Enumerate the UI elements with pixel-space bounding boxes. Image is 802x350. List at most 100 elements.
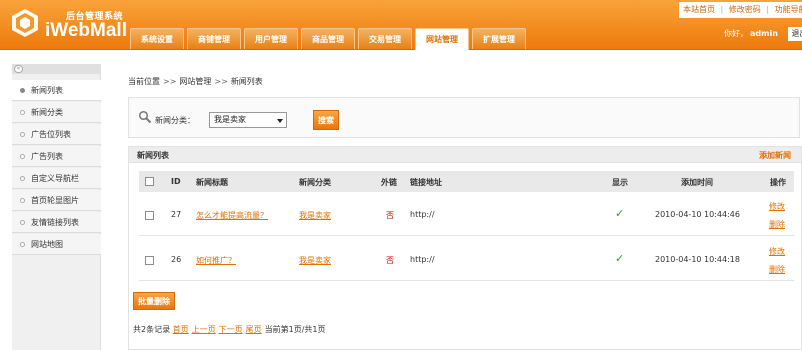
change-password-link[interactable]: 修改密码 bbox=[729, 5, 761, 14]
sidebar-item-home-carousel[interactable]: 首页轮显图片 bbox=[12, 190, 101, 211]
separator: | bbox=[720, 5, 724, 14]
total-records: 共2条记录 bbox=[133, 325, 171, 334]
column-header: 外链 bbox=[381, 178, 397, 187]
greeting: 你好， bbox=[724, 29, 748, 38]
display-check-icon: ✓ bbox=[615, 252, 625, 265]
page-status: 当前第1页/共1页 bbox=[264, 325, 326, 334]
batch-delete-button[interactable]: 批量删除 bbox=[133, 292, 175, 310]
tab-product-management[interactable]: 商品管理 bbox=[301, 28, 355, 49]
table-row: 26 如何推广？ 我是卖家 否 http:// ✓ 2010-04-10 10:… bbox=[139, 237, 794, 281]
edit-link[interactable]: 修改 bbox=[769, 201, 785, 212]
breadcrumb-item: 新闻列表 bbox=[230, 77, 263, 86]
breadcrumb-separator: >> bbox=[163, 77, 177, 86]
added-time: 2010-04-10 10:44:46 bbox=[655, 210, 740, 219]
news-list-panel: 新闻列表 添加新闻 ID 新闻标题 新闻分类 外链 链接地址 显示 添加时间 操… bbox=[128, 146, 802, 350]
top-links: 本站首页 | 修改密码 | 功能导航 bbox=[679, 2, 802, 18]
edit-link[interactable]: 修改 bbox=[769, 246, 785, 257]
bullet-icon bbox=[20, 220, 25, 225]
user-area: 你好，admin 退出 bbox=[724, 27, 802, 41]
category-select[interactable]: 我是卖家 bbox=[209, 112, 287, 128]
delete-link[interactable]: 删除 bbox=[769, 264, 785, 275]
select-all-checkbox[interactable] bbox=[145, 177, 154, 186]
news-title-link[interactable]: 怎么才能提高流量？ bbox=[196, 210, 268, 221]
table-row: 27 怎么才能提高流量？ 我是卖家 否 http:// ✓ 2010-04-10… bbox=[139, 192, 794, 236]
sidebar-item-news-list[interactable]: 新闻列表 bbox=[12, 80, 101, 101]
bullet-icon bbox=[20, 242, 25, 247]
collapse-icon: « bbox=[14, 65, 23, 73]
news-category-link[interactable]: 我是卖家 bbox=[299, 255, 331, 266]
sidebar-item-label: 新闻列表 bbox=[31, 86, 63, 95]
sidebar-item-label: 网站地图 bbox=[31, 240, 63, 249]
category-select-value: 我是卖家 bbox=[214, 115, 246, 124]
tab-trade-management[interactable]: 交易管理 bbox=[358, 28, 412, 49]
last-page-link[interactable]: 尾页 bbox=[246, 325, 262, 334]
search-button[interactable]: 搜索 bbox=[313, 110, 339, 130]
sidebar-collapse-toggle[interactable]: « bbox=[12, 64, 101, 74]
news-category-link[interactable]: 我是卖家 bbox=[299, 210, 331, 221]
username: admin bbox=[750, 29, 778, 38]
search-icon bbox=[138, 110, 152, 124]
home-link[interactable]: 本站首页 bbox=[683, 5, 715, 14]
logout-button[interactable]: 退出 bbox=[788, 27, 802, 41]
logo-title: iWebMall bbox=[45, 20, 127, 41]
first-page-link[interactable]: 首页 bbox=[173, 325, 189, 334]
row-checkbox[interactable] bbox=[145, 211, 154, 220]
column-header: 操作 bbox=[770, 178, 786, 187]
next-page-link[interactable]: 下一页 bbox=[219, 325, 243, 334]
news-title-link[interactable]: 如何推广？ bbox=[196, 255, 236, 266]
delete-link[interactable]: 删除 bbox=[769, 219, 785, 230]
top-header: 后台管理系统 iWebMall 本站首页 | 修改密码 | 功能导航 系统设置 … bbox=[0, 0, 802, 50]
row-checkbox[interactable] bbox=[145, 256, 154, 265]
breadcrumb: 当前位置 >> 网站管理 >> 新闻列表 bbox=[128, 76, 263, 87]
sidebar-item-label: 自定义导航栏 bbox=[31, 174, 79, 183]
external-flag: 否 bbox=[386, 256, 394, 265]
main-nav: 系统设置 商铺管理 用户管理 商品管理 交易管理 网站管理 扩展管理 bbox=[130, 28, 529, 50]
bullet-icon bbox=[20, 154, 25, 159]
function-nav-link[interactable]: 功能导航 bbox=[775, 5, 802, 14]
bullet-icon bbox=[20, 132, 25, 137]
tab-user-management[interactable]: 用户管理 bbox=[244, 28, 298, 49]
list-header: 新闻列表 添加新闻 bbox=[129, 147, 801, 163]
sidebar-item-news-category[interactable]: 新闻分类 bbox=[12, 102, 101, 123]
tab-extension-management[interactable]: 扩展管理 bbox=[472, 28, 526, 49]
tab-system-settings[interactable]: 系统设置 bbox=[130, 28, 184, 49]
breadcrumb-separator: >> bbox=[214, 77, 228, 86]
link-url: http:// bbox=[410, 210, 435, 219]
tab-site-management[interactable]: 网站管理 bbox=[415, 28, 469, 50]
column-header: 链接地址 bbox=[410, 178, 442, 187]
sidebar-item-label: 首页轮显图片 bbox=[31, 196, 79, 205]
breadcrumb-item[interactable]: 网站管理 bbox=[179, 77, 211, 86]
column-header: ID bbox=[171, 177, 181, 186]
tab-shop-management[interactable]: 商铺管理 bbox=[187, 28, 241, 49]
sidebar-item-label: 广告位列表 bbox=[31, 130, 71, 139]
breadcrumb-item: 当前位置 bbox=[128, 77, 160, 86]
sidebar-item-ad-position-list[interactable]: 广告位列表 bbox=[12, 124, 101, 145]
bullet-icon bbox=[20, 198, 25, 203]
sidebar-item-label: 新闻分类 bbox=[31, 108, 63, 117]
column-header: 新闻标题 bbox=[196, 178, 228, 187]
bullet-icon bbox=[20, 88, 25, 93]
news-id: 26 bbox=[171, 255, 182, 264]
column-header: 添加时间 bbox=[681, 178, 713, 187]
bullet-icon bbox=[20, 110, 25, 115]
chevron-down-icon bbox=[277, 119, 283, 123]
sidebar-item-label: 广告列表 bbox=[31, 152, 63, 161]
sidebar-item-ad-list[interactable]: 广告列表 bbox=[12, 146, 101, 167]
separator: | bbox=[766, 5, 770, 14]
search-panel: 新闻分类： 我是卖家 搜索 bbox=[128, 97, 800, 138]
table-header: ID 新闻标题 新闻分类 外链 链接地址 显示 添加时间 操作 bbox=[139, 171, 794, 192]
main-content: 当前位置 >> 网站管理 >> 新闻列表 新闻分类： 我是卖家 搜索 新闻列表 添加新闻… bbox=[116, 64, 802, 350]
link-url: http:// bbox=[410, 255, 435, 264]
add-news-link[interactable]: 添加新闻 bbox=[759, 150, 791, 161]
column-header: 显示 bbox=[612, 178, 628, 187]
prev-page-link[interactable]: 上一页 bbox=[192, 325, 216, 334]
column-header: 新闻分类 bbox=[299, 178, 331, 187]
category-label: 新闻分类： bbox=[155, 116, 195, 125]
sidebar: « 新闻列表 新闻分类 广告位列表 广告列表 自定义导航栏 首页轮显图片 友情链… bbox=[12, 64, 101, 350]
pagination: 共2条记录 首页 上一页 下一页 尾页 当前第1页/共1页 bbox=[133, 324, 326, 335]
news-id: 27 bbox=[171, 210, 182, 219]
sidebar-item-friend-links[interactable]: 友情链接列表 bbox=[12, 212, 101, 233]
sidebar-item-label: 友情链接列表 bbox=[31, 218, 79, 227]
sidebar-item-custom-nav[interactable]: 自定义导航栏 bbox=[12, 168, 101, 189]
sidebar-item-sitemap[interactable]: 网站地图 bbox=[12, 234, 101, 255]
